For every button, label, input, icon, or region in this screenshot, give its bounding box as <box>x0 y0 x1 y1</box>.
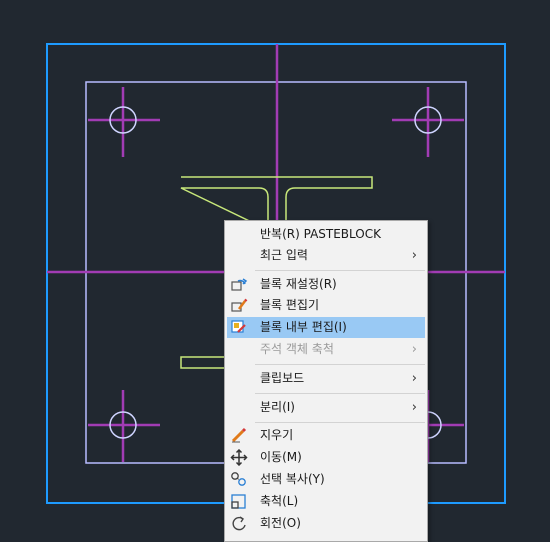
menu-item-move[interactable]: 이동(M) <box>227 447 425 468</box>
menu-item-block-reset[interactable]: 블록 재설정(R) <box>227 274 425 295</box>
submenu-arrow-icon: › <box>411 342 417 357</box>
menu-item-clipboard[interactable]: 클립보드 › <box>227 368 425 389</box>
context-menu: 반복(R) PASTEBLOCK 최근 입력 › 블록 재설정(R) 블록 편집… <box>224 220 428 542</box>
menu-item-block-inplace-edit[interactable]: 블록 내부 편집(I) <box>227 317 425 338</box>
bolt-hole-top-right <box>392 87 464 157</box>
menu-separator <box>255 393 425 394</box>
menu-item-recent-input[interactable]: 최근 입력 › <box>227 245 425 266</box>
menu-item-erase[interactable]: 지우기 <box>227 425 425 446</box>
scale-icon <box>231 494 246 509</box>
menu-item-repeat-pasteblock[interactable]: 반복(R) PASTEBLOCK <box>227 224 425 245</box>
block-inplace-edit-icon <box>231 320 246 333</box>
menu-item-block-editor[interactable]: 블록 편집기 <box>227 295 425 316</box>
rotate-icon <box>232 516 246 531</box>
submenu-arrow-icon: › <box>411 400 417 415</box>
block-reset-icon <box>231 278 248 291</box>
menu-item-isolate[interactable]: 분리(I) › <box>227 397 425 418</box>
menu-item-rotate[interactable]: 회전(O) <box>227 513 425 534</box>
menu-separator <box>255 364 425 365</box>
block-editor-icon <box>231 298 248 312</box>
eraser-icon <box>231 427 247 443</box>
bolt-hole-bottom-left <box>88 390 160 462</box>
move-icon <box>230 449 248 466</box>
copy-selection-icon <box>231 472 246 486</box>
menu-separator <box>255 270 425 271</box>
menu-separator <box>255 422 425 423</box>
menu-item-annotative-scale[interactable]: 주석 객체 축척 › <box>227 339 425 360</box>
menu-item-scale[interactable]: 축척(L) <box>227 491 425 512</box>
submenu-arrow-icon: › <box>411 248 417 263</box>
menu-item-copy-selection[interactable]: 선택 복사(Y) <box>227 469 425 490</box>
submenu-arrow-icon: › <box>411 371 417 386</box>
bolt-hole-top-left <box>88 87 160 157</box>
